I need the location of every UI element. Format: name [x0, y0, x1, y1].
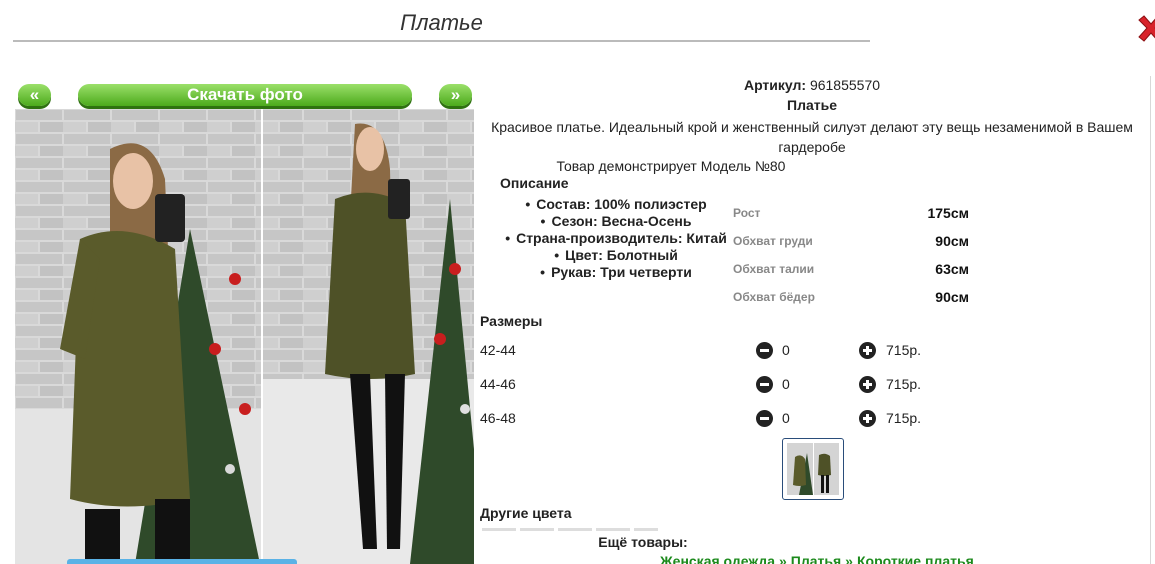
article-line: Артикул: 961855570 [478, 77, 1146, 93]
measurement-row: Обхват бёдер 90см [733, 283, 969, 311]
measurement-label: Обхват талии [733, 262, 815, 276]
more-goods-row: Ещё товары: [478, 534, 1155, 550]
size-label: 44-46 [480, 376, 516, 392]
page-title: Платье [400, 10, 483, 35]
decrease-quantity-icon[interactable] [756, 376, 773, 393]
breadcrumb-link-dresses[interactable]: Платья [791, 553, 841, 564]
close-icon[interactable] [1136, 14, 1155, 44]
increase-quantity-icon[interactable] [859, 376, 876, 393]
property-item: Рукав: Три четверти [500, 264, 732, 281]
product-description: Красивое платье. Идеальный крой и женств… [491, 119, 1133, 155]
article-value: 961855570 [809, 77, 881, 93]
product-photo[interactable] [15, 109, 474, 564]
scrollbar-track[interactable] [1150, 76, 1151, 564]
title-divider [13, 40, 870, 42]
other-colors-heading: Другие цвета [480, 505, 572, 521]
model-note-row: Товар демонстрирует Модель №80 [478, 158, 1155, 174]
measurement-row: Обхват груди 90см [733, 227, 969, 255]
quantity-value: 0 [782, 376, 790, 392]
quantity-value: 0 [782, 342, 790, 358]
article-label: Артикул: [743, 77, 807, 93]
sizes-heading: Размеры [480, 313, 543, 329]
photo-tab-indicator[interactable] [67, 559, 297, 564]
description-heading: Описание [500, 175, 569, 191]
size-label: 42-44 [480, 342, 516, 358]
property-item: Состав: 100% полиэстер [500, 196, 732, 213]
color-swatches[interactable] [482, 528, 658, 531]
increase-quantity-icon[interactable] [859, 342, 876, 359]
next-photo-button[interactable]: » [439, 84, 472, 106]
model-note: Товар демонстрирует Модель №80 [556, 158, 786, 174]
size-row: 42-44 0 715р. [480, 341, 940, 361]
measurement-value: 90см [935, 233, 969, 249]
breadcrumb-separator: » [845, 553, 853, 564]
measurement-value: 63см [935, 261, 969, 277]
breadcrumb-link-women-clothing[interactable]: Женская одежда [660, 553, 775, 564]
measurement-value: 90см [935, 289, 969, 305]
measurement-label: Обхват бёдер [733, 290, 815, 304]
property-item: Страна-производитель: Китай [500, 230, 732, 247]
decrease-quantity-icon[interactable] [756, 342, 773, 359]
price-value: 715р. [886, 376, 922, 392]
model-measurements: Рост 175см Обхват груди 90см Обхват тали… [733, 199, 969, 311]
size-label: 46-48 [480, 410, 516, 426]
measurement-label: Рост [733, 206, 761, 220]
measurement-row: Рост 175см [733, 199, 969, 227]
property-item: Сезон: Весна-Осень [500, 213, 732, 230]
measurement-row: Обхват талии 63см [733, 255, 969, 283]
property-item: Цвет: Болотный [500, 247, 732, 264]
download-photo-button[interactable]: Скачать фото [78, 84, 412, 106]
more-goods-heading: Ещё товары: [598, 534, 688, 550]
size-row: 44-46 0 715р. [480, 375, 940, 395]
price-value: 715р. [886, 342, 922, 358]
measurement-label: Обхват груди [733, 234, 813, 248]
decrease-quantity-icon[interactable] [756, 410, 773, 427]
breadcrumb: Женская одежда » Платья » Короткие платья [660, 553, 974, 564]
prev-photo-button[interactable]: « [18, 84, 51, 106]
breadcrumb-link-short-dresses[interactable]: Короткие платья [857, 553, 974, 564]
size-row: 46-48 0 715р. [480, 409, 940, 429]
photo-thumbnail[interactable] [782, 438, 844, 500]
increase-quantity-icon[interactable] [859, 410, 876, 427]
product-name: Платье [787, 97, 837, 113]
measurement-value: 175см [927, 205, 969, 221]
breadcrumb-separator: » [779, 553, 787, 564]
price-value: 715р. [886, 410, 922, 426]
quantity-value: 0 [782, 410, 790, 426]
properties-list: Состав: 100% полиэстер Сезон: Весна-Осен… [500, 196, 732, 281]
